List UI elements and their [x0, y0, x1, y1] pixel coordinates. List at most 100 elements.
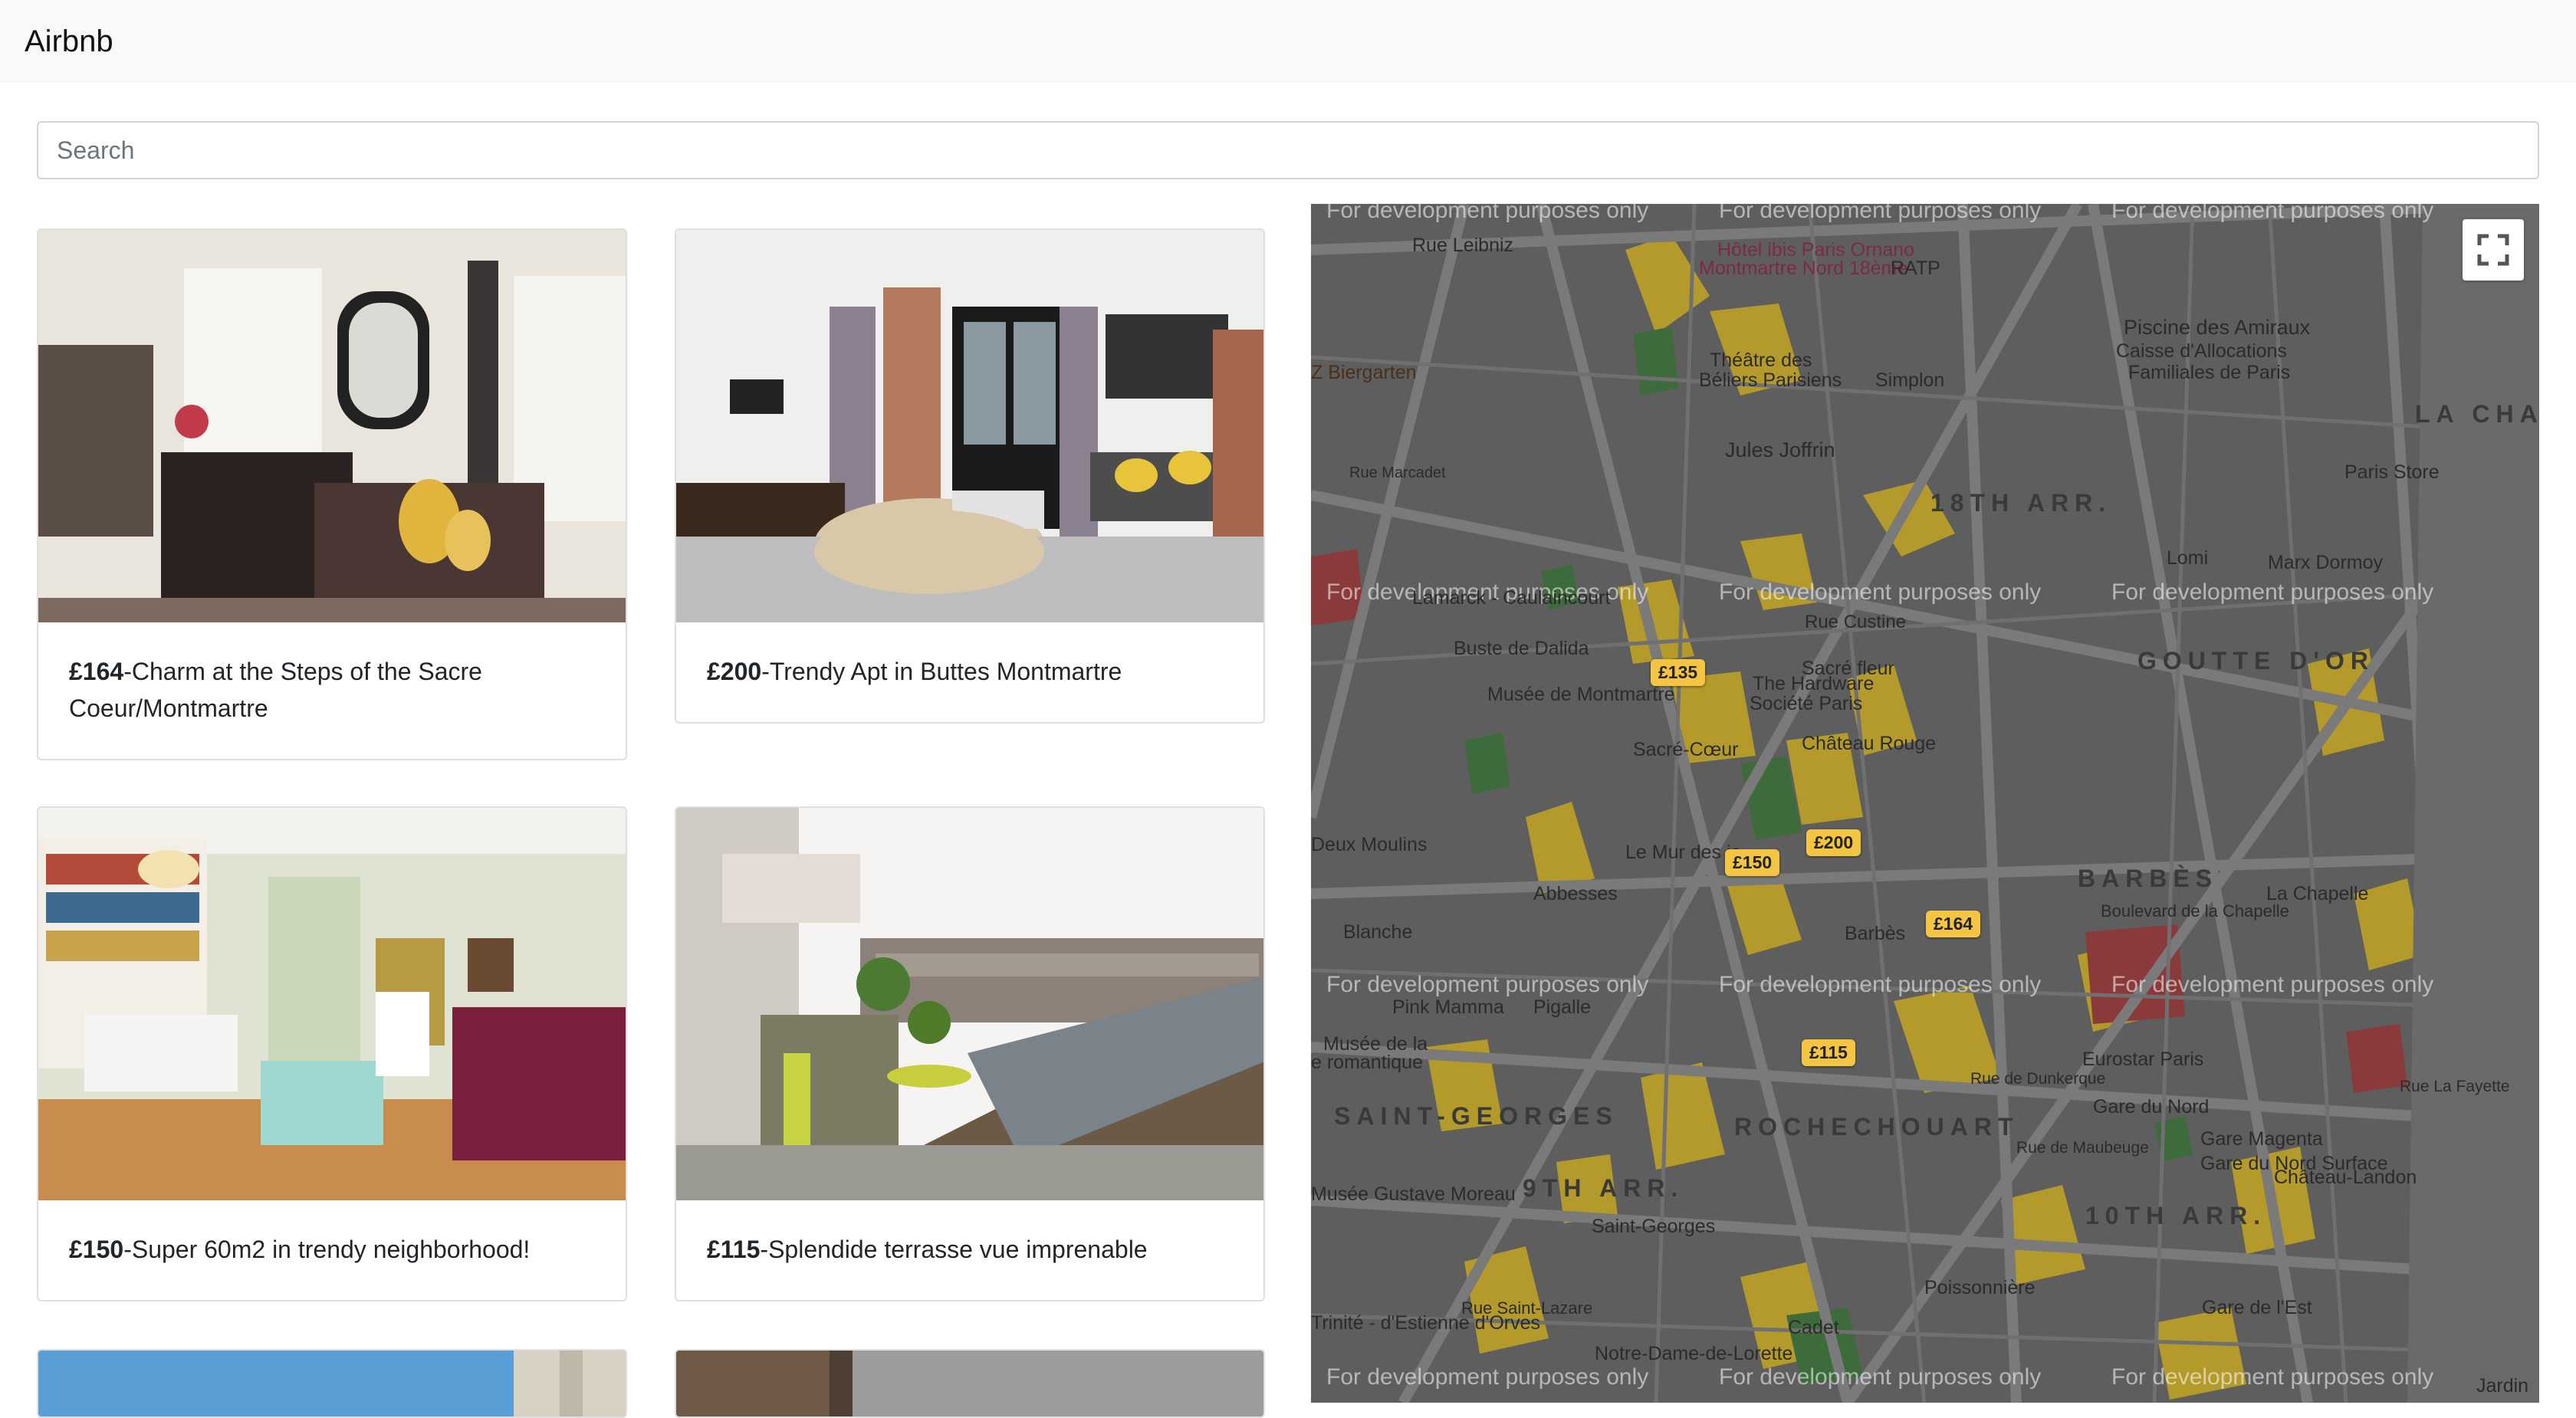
- map-watermark: For development purposes only: [1719, 972, 2042, 997]
- fullscreen-button[interactable]: [2463, 219, 2524, 281]
- map-place-label: The Hardware: [1753, 673, 1875, 694]
- listing-info: £164-Charm at the Steps of the Sacre Coe…: [38, 622, 626, 759]
- listing-price: £150: [69, 1236, 124, 1263]
- listing-photo: [38, 808, 626, 1200]
- listing-price: £164: [69, 658, 124, 685]
- map-watermark: For development purposes only: [1719, 579, 2042, 605]
- map-place-label: Rue de Dunkerque: [1970, 1070, 2106, 1088]
- map-place-label: Rue Leibniz: [1412, 235, 1514, 256]
- map-place-label: Rue Marcadet: [1349, 464, 1446, 481]
- map-area-label: ROCHECHOUART: [1734, 1113, 2019, 1141]
- map-area-label: LA CHAP: [2415, 400, 2539, 428]
- map-place-label: Buste de Dalida: [1454, 638, 1589, 659]
- map-watermark: For development purposes only: [1719, 204, 2042, 223]
- map-place-label: Barbès: [1845, 923, 1906, 944]
- listing-photo: [676, 230, 1263, 622]
- map-place-label: Simplon: [1875, 369, 1945, 391]
- map-watermark: For development purposes only: [2111, 579, 2434, 605]
- map-place-label: Lamarck - Caulaincourt: [1412, 587, 1611, 609]
- map-place-label: RATP: [1891, 258, 1940, 279]
- listing-photo: [676, 808, 1263, 1200]
- map-place-label: Gare Magenta: [2200, 1128, 2323, 1150]
- map[interactable]: For development purposes only For develo…: [1311, 204, 2539, 1403]
- map-watermark: For development purposes only: [1326, 204, 1649, 223]
- map-place-label: Abbesses: [1533, 883, 1618, 904]
- map-place-label: Poissonnière: [1924, 1277, 2036, 1298]
- search-input[interactable]: [37, 121, 2539, 179]
- listing-card[interactable]: £115-Splendide terrasse vue imprenable: [675, 806, 1265, 1301]
- price-marker[interactable]: £135: [1651, 659, 1706, 686]
- map-place-label: Cadet: [1788, 1317, 1839, 1338]
- map-place-label: Jules Joffrin: [1725, 438, 1835, 461]
- map-area-label: GOUTTE D'OR: [2137, 647, 2374, 675]
- price-marker[interactable]: £115: [1802, 1039, 1855, 1066]
- listing-card[interactable]: £150-Super 60m2 in trendy neighborhood!: [37, 806, 627, 1301]
- map-place-label: Jardin: [2476, 1375, 2529, 1397]
- fullscreen-icon: [2477, 234, 2509, 266]
- listing-title: -Trendy Apt in Buttes Montmartre: [761, 658, 1122, 685]
- listing-photo: [38, 1351, 626, 1416]
- map-place-label: Gare du Nord: [2093, 1096, 2210, 1118]
- map-place-label: Le Mur des je: [1625, 842, 1742, 863]
- map-place-label: e romantique: [1311, 1052, 1423, 1073]
- brand-logo[interactable]: Airbnb: [25, 0, 113, 83]
- listing-title: -Super 60m2 in trendy neighborhood!: [123, 1236, 531, 1263]
- map-area-label: 9TH ARR.: [1523, 1174, 1684, 1202]
- map-place-label: Paris Store: [2344, 461, 2440, 483]
- map-place-label: Château-Landon: [2274, 1167, 2417, 1188]
- listing-photo: [38, 230, 626, 622]
- map-place-label: Rue La Fayette: [2400, 1078, 2510, 1095]
- map-place-label: Blanche: [1343, 921, 1413, 943]
- map-place-label: Familiales de Paris: [2128, 362, 2291, 383]
- map-place-label: Notre-Dame-de-Lorette: [1595, 1343, 1793, 1364]
- map-place-label: Saint-Georges: [1592, 1216, 1716, 1237]
- map-place-label: Z Biergarten: [1311, 362, 1417, 383]
- map-place-label: Théâtre des: [1710, 350, 1812, 371]
- map-watermark: For development purposes only: [2111, 1364, 2434, 1390]
- map-place-label: Lomi: [2167, 547, 2209, 569]
- listing-info: £115-Splendide terrasse vue imprenable: [676, 1200, 1263, 1300]
- listing-card[interactable]: £164-Charm at the Steps of the Sacre Coe…: [37, 228, 627, 760]
- listing-price: £200: [707, 658, 762, 685]
- map-place-label: Musée de Montmartre: [1487, 684, 1675, 705]
- listing-info: £200-Trendy Apt in Buttes Montmartre: [676, 622, 1263, 722]
- map-place-label: Société Paris: [1750, 693, 1863, 714]
- map-place-label: Rue Saint-Lazare: [1461, 1298, 1593, 1318]
- listing-card[interactable]: £200-Trendy Apt in Buttes Montmartre: [675, 228, 1265, 724]
- map-place-label: Caisse d'Allocations: [2116, 340, 2287, 362]
- navbar: Airbnb: [0, 0, 2576, 83]
- map-place-label: Pigalle: [1533, 996, 1592, 1018]
- listing-price: £115: [707, 1236, 761, 1263]
- map-place-label: Béliers Parisiens: [1699, 369, 1842, 391]
- listing-info: £150-Super 60m2 in trendy neighborhood!: [38, 1200, 626, 1300]
- listing-title: -Splendide terrasse vue imprenable: [760, 1236, 1148, 1263]
- map-place-label: Eurostar Paris: [2082, 1049, 2204, 1070]
- map-place-label: Château Rouge: [1802, 733, 1937, 754]
- map-area-label: SAINT-GEORGES: [1334, 1102, 1618, 1130]
- map-area-label: 10TH ARR.: [2085, 1202, 2267, 1229]
- map-place-label: Marx Dormoy: [2268, 552, 2384, 573]
- map-watermark: For development purposes only: [1326, 1364, 1649, 1390]
- price-marker[interactable]: £164: [1926, 911, 1981, 937]
- price-marker[interactable]: £200: [1806, 829, 1861, 856]
- map-watermark: For development purposes only: [1326, 972, 1649, 997]
- listing-title: -Charm at the Steps of the Sacre Coeur/M…: [69, 658, 482, 722]
- map-area-label: 18TH ARR.: [1930, 489, 2112, 517]
- listing-card[interactable]: [37, 1349, 627, 1418]
- map-place-label: Piscine des Amiraux: [2124, 316, 2311, 339]
- map-watermark: For development purposes only: [2111, 204, 2434, 223]
- map-watermark: For development purposes only: [2111, 972, 2434, 997]
- map-place-label: Pink Mamma: [1392, 996, 1504, 1018]
- map-place-label: Rue de Maubeuge: [2016, 1139, 2149, 1157]
- map-place-label: Boulevard de la Chapelle: [2101, 901, 2289, 921]
- listing-card[interactable]: [675, 1349, 1265, 1418]
- map-area-label: BARBÈS: [2078, 865, 2219, 892]
- map-place-label: Sacré-Cœur: [1633, 739, 1739, 760]
- map-place-label: Montmartre Nord 18ème: [1699, 258, 1908, 279]
- map-place-label: Musée Gustave Moreau: [1311, 1183, 1516, 1205]
- map-place-label: Gare de l'Est: [2202, 1297, 2312, 1318]
- listing-photo: [676, 1351, 1263, 1416]
- map-watermark: For development purposes only: [1719, 1364, 2042, 1390]
- price-marker[interactable]: £150: [1725, 849, 1780, 876]
- map-place-label: Deux Moulins: [1311, 834, 1428, 855]
